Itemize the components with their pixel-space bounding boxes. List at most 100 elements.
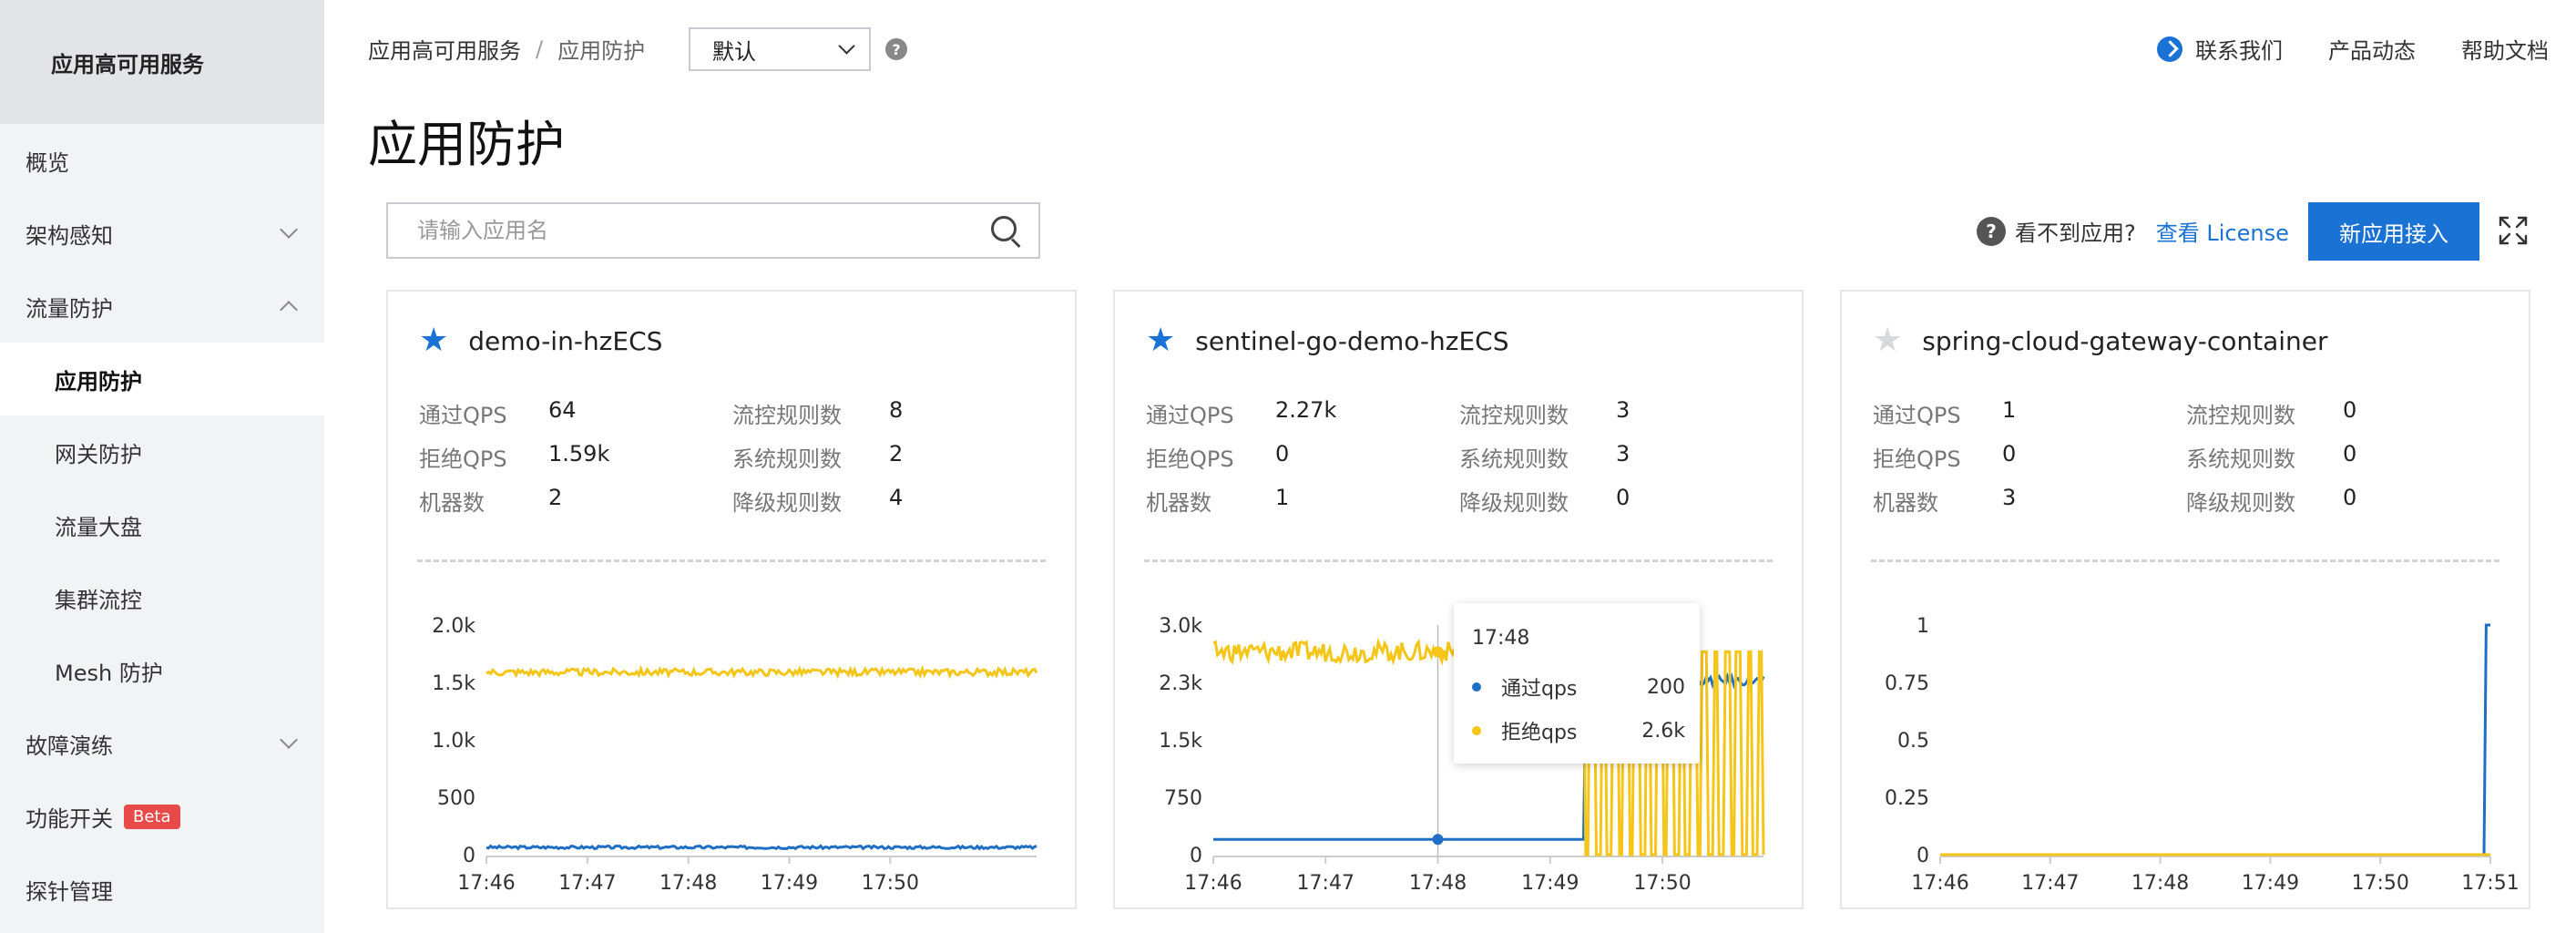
help-docs-link[interactable]: 帮助文档 (2461, 33, 2549, 65)
x-tick-label: 17:50 (862, 872, 919, 895)
y-tick-label: 2.0k (432, 615, 475, 638)
card-divider (417, 559, 1046, 562)
y-tick-label: 3.0k (1159, 615, 1202, 638)
sidebar-item-9[interactable]: 功能开关 Beta (0, 780, 324, 853)
fullscreen-icon[interactable] (2498, 215, 2529, 246)
sidebar-item-6[interactable]: 集群流控 (0, 561, 324, 634)
sidebar-nav: 概览架构感知流量防护应用防护网关防护流量大盘集群流控 Mesh 防护故障演练 功能开… (0, 124, 324, 926)
stat-value: 1 (2002, 397, 2017, 423)
hover-point-reject (1432, 646, 1444, 658)
sidebar-item-label: Mesh 防护 (55, 660, 163, 686)
y-tick-label: 0 (1917, 845, 1929, 867)
stat-label: 通过QPS (1146, 403, 1234, 428)
stat-value: 0 (1616, 485, 1630, 510)
stat-system-rules: 系统规则数 0 (2186, 441, 2356, 473)
legend-dot (1472, 726, 1481, 735)
sidebar-item-0[interactable]: 概览 (0, 124, 324, 197)
sidebar-item-10[interactable]: 探针管理 (0, 853, 324, 926)
x-tick-label: 17:49 (1521, 872, 1579, 895)
cant-see-hint: ? 看不到应用? 查看 License (1977, 215, 2289, 247)
sidebar-item-2[interactable]: 流量防护 (0, 270, 324, 343)
stat-label: 系统规则数 (732, 446, 842, 472)
top-bar: 应用高可用服务 / 应用防护 默认 ? 联系我们 产品动态 帮助文档 (324, 0, 2576, 98)
contact-us-link[interactable]: 联系我们 (2195, 33, 2283, 65)
tooltip-row: 拒绝qps 2.6k (1472, 716, 1685, 745)
card-title: ★ demo-in-hzECS (419, 324, 662, 357)
tooltip-series-value: 200 (1647, 675, 1685, 699)
sidebar-item-4[interactable]: 网关防护 (0, 415, 324, 488)
chevron-down-icon (838, 36, 855, 55)
star-icon[interactable]: ★ (1146, 324, 1175, 357)
stat-label: 通过QPS (1873, 403, 1961, 428)
sidebar-item-label: 网关防护 (55, 441, 142, 467)
app-card[interactable]: ★ spring-cloud-gateway-container 通过QPS 1 流控规… (1840, 290, 2530, 909)
beta-badge: Beta (124, 804, 180, 829)
stat-label: 流控规则数 (2186, 403, 2295, 428)
stat-value: 2 (548, 485, 563, 510)
chevron-up-icon (280, 301, 298, 319)
app-name[interactable]: spring-cloud-gateway-container (1922, 326, 2327, 356)
stat-label: 降级规则数 (732, 490, 842, 516)
x-tick-label: 17:46 (1911, 872, 1968, 895)
app-name[interactable]: demo-in-hzECS (468, 326, 662, 356)
y-tick-label: 0.5 (1897, 730, 1929, 753)
app-name[interactable]: sentinel-go-demo-hzECS (1195, 326, 1508, 356)
y-tick-label: 1 (1917, 615, 1929, 638)
page-title: 应用防护 (368, 116, 565, 173)
stat-degrade-rules: 降级规则数 0 (2186, 485, 2356, 517)
sidebar-item-7[interactable]: Mesh 防护 (0, 634, 324, 707)
search-input[interactable] (417, 218, 984, 243)
x-tick-label: 17:50 (2351, 872, 2408, 895)
search-box (386, 202, 1040, 259)
stat-value: 0 (2343, 485, 2357, 510)
sidebar: 应用高可用服务 概览 架构感知 流量防护 应用防护 网关防护 流量大盘 集群流控 Mesh 防… (0, 0, 324, 933)
x-tick-label: 17:49 (761, 872, 818, 895)
stat-degrade-rules: 降级规则数 0 (1459, 485, 1630, 517)
chevron-down-icon (280, 220, 298, 239)
sidebar-item-8[interactable]: 故障演练 (0, 707, 324, 780)
stat-label: 系统规则数 (1459, 446, 1569, 472)
view-license-link[interactable]: 查看 License (2156, 215, 2289, 247)
chevron-down-icon (280, 731, 298, 749)
breadcrumb-root[interactable]: 应用高可用服务 (368, 33, 521, 65)
stat-value: 64 (548, 397, 577, 423)
sidebar-item-5[interactable]: 流量大盘 (0, 488, 324, 561)
stat-system-rules: 系统规则数 3 (1459, 441, 1630, 473)
top-links: 联系我们 产品动态 帮助文档 (2157, 33, 2549, 65)
stat-degrade-rules: 降级规则数 4 (732, 485, 903, 517)
stat-label: 流控规则数 (1459, 403, 1569, 428)
add-app-button[interactable]: 新应用接入 (2308, 202, 2479, 261)
question-icon: ? (1977, 216, 2006, 246)
search-icon[interactable] (984, 209, 1027, 252)
y-tick-label: 2.3k (1159, 672, 1202, 695)
x-tick-label: 17:47 (1297, 872, 1354, 895)
sidebar-item-1[interactable]: 架构感知 (0, 197, 324, 270)
sidebar-item-label: 概览 (26, 149, 69, 176)
stat-label: 通过QPS (419, 403, 507, 428)
x-tick-label: 17:48 (659, 872, 717, 895)
stat-reject-qps: 拒绝QPS 0 (1873, 441, 2016, 473)
sidebar-item-label: 流量防护 (26, 295, 113, 322)
app-card[interactable]: ★ demo-in-hzECS 通过QPS 64 流控规则数 8 拒绝QPS 1.59k 系统规… (386, 290, 1077, 909)
stat-value: 8 (889, 397, 904, 423)
star-icon[interactable]: ★ (419, 324, 448, 357)
sidebar-item-label: 探针管理 (26, 878, 113, 905)
stat-value: 3 (1616, 397, 1630, 423)
region-select[interactable]: 默认 (689, 27, 871, 71)
app-card[interactable]: ★ sentinel-go-demo-hzECS 通过QPS 2.27k 流控规则数 3 拒… (1113, 290, 1804, 909)
sidebar-item-3[interactable]: 应用防护 (0, 343, 324, 415)
stat-value: 0 (1275, 441, 1290, 466)
y-tick-label: 1.5k (1159, 730, 1202, 753)
stat-label: 机器数 (419, 490, 485, 516)
stat-label: 降级规则数 (2186, 490, 2295, 516)
breadcrumb-current: 应用防护 (557, 38, 646, 64)
stat-pass-qps: 通过QPS 1 (1873, 397, 2016, 429)
stat-label: 拒绝QPS (419, 446, 507, 472)
sidebar-item-label: 流量大盘 (55, 514, 142, 540)
help-icon[interactable]: ? (885, 38, 907, 60)
star-icon[interactable]: ★ (1873, 324, 1902, 357)
x-tick-label: 17:51 (2461, 872, 2519, 895)
product-news-link[interactable]: 产品动态 (2328, 33, 2416, 65)
stat-label: 系统规则数 (2186, 446, 2295, 472)
card-title: ★ spring-cloud-gateway-container (1873, 324, 2328, 357)
